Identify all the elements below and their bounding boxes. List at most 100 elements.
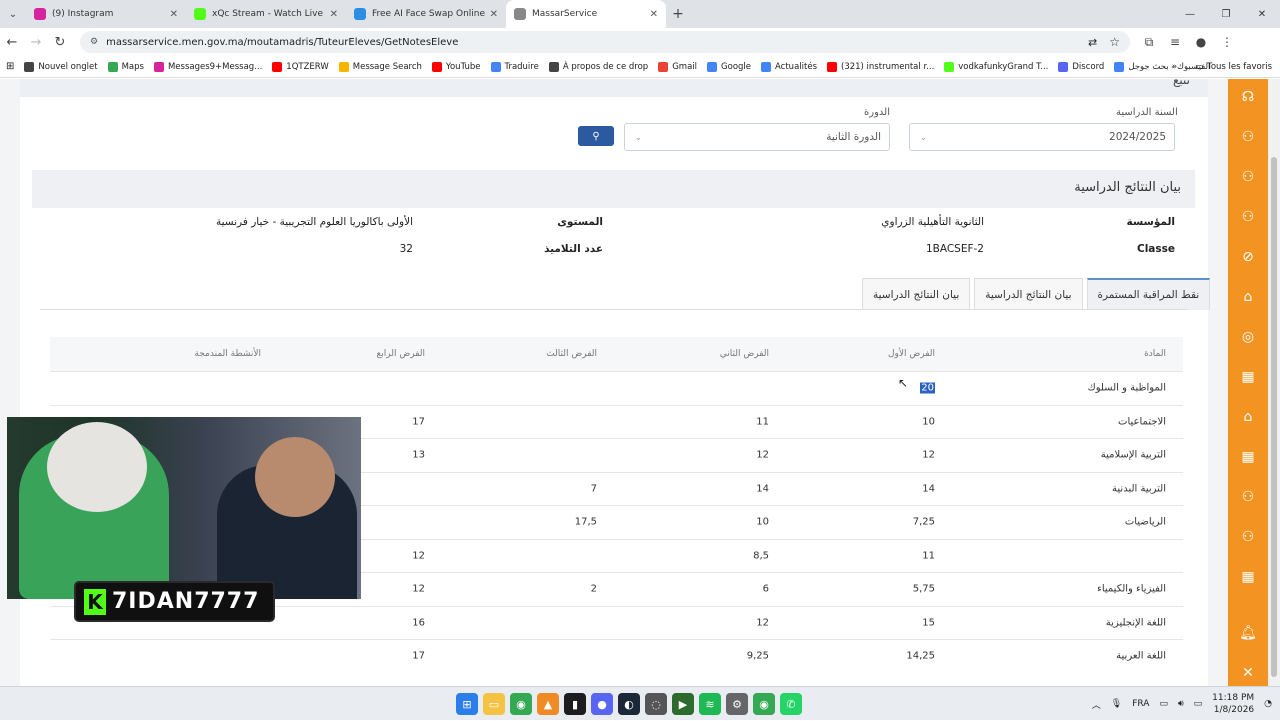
notification-icon[interactable]: ◔ [1264,699,1272,709]
students-label: عدد التلاميذ [544,243,603,255]
group-icon[interactable]: ⚇ [1238,167,1258,187]
file-explorer-icon[interactable]: ▭ [483,693,505,715]
bookmark-star-icon[interactable]: ☆ [1109,35,1120,49]
bookmark-item[interactable]: Message Search [338,61,422,72]
microphone-icon[interactable]: 🎙︎ [1111,699,1122,709]
grade-cell: 10 [922,416,935,428]
header-test-3: الفرض الثالث [546,349,597,359]
menu-icon[interactable]: ⋮ [1214,35,1240,50]
chrome-icon[interactable]: ◉ [510,693,532,715]
scrollbar-thumb[interactable] [1271,157,1277,677]
url-field[interactable]: ⚙ massarservice.men.gov.ma/moutamadris/T… [80,31,1130,53]
settings-icon[interactable]: ⚙ [726,693,748,715]
headset-icon[interactable]: ☊ [1238,87,1258,107]
reload-icon[interactable]: ↻ [48,35,72,50]
network-icon[interactable]: ▭ [1159,699,1168,709]
compass-icon[interactable]: ⊘ [1238,247,1258,267]
close-tab-icon[interactable]: ✕ [650,9,658,20]
bookmark-item[interactable]: Discord [1058,61,1104,72]
app-icon[interactable]: ▶ [672,693,694,715]
tab-title: MassarService [532,9,598,19]
bookmark-label: Gmail [672,61,698,72]
year-select[interactable]: ⌄ 2024/2025 [909,123,1175,151]
bookmark-item[interactable]: Messages9+Messag... [153,61,262,72]
forward-icon[interactable]: → [24,35,48,50]
grade-cell: 12 [756,617,769,629]
app-icon[interactable]: ◌ [645,693,667,715]
bell-icon[interactable]: 🔔︎ [1238,623,1258,643]
site-info-icon[interactable]: ⚙ [90,37,98,47]
search-icon: ⚲ [592,130,600,142]
browser-tab-faceswap[interactable]: Free AI Face Swap Online (No S ✕ [346,0,506,28]
bookmark-item[interactable]: Google [707,61,751,72]
extensions-icon[interactable]: ⧉ [1136,35,1162,50]
tools-icon[interactable]: ✕ [1238,663,1258,683]
target-icon[interactable]: ◎ [1238,327,1258,347]
calendar-icon[interactable]: ▦ [1238,567,1258,587]
whatsapp-icon[interactable]: ✆ [780,693,802,715]
restore-icon[interactable]: ❐ [1208,0,1244,28]
close-tab-icon[interactable]: ✕ [490,9,498,20]
app-icon[interactable]: ▲ [537,693,559,715]
chevron-up-icon[interactable]: ︿ [1092,698,1101,711]
browser-tab-massar[interactable]: MassarService ✕ [506,0,666,28]
bookmark-item[interactable]: YouTube [431,61,481,72]
close-tab-icon[interactable]: ✕ [330,9,338,20]
subject-cell: اللغة العربية [1116,650,1166,662]
minimize-icon[interactable]: — [1172,0,1208,28]
tab-results-statement-2[interactable]: بيان النتائج الدراسية [862,278,971,310]
all-bookmarks-label[interactable]: Tous les favoris [1207,62,1272,72]
bookmark-item[interactable]: 1QTZERW [272,61,329,72]
time: 11:18 PM [1212,693,1255,703]
bookmark-item[interactable]: Gmail [658,61,698,72]
volume-icon[interactable]: 🔊︎ [1178,699,1184,709]
graduation-cap-icon[interactable]: ⌂ [1238,407,1258,427]
language-indicator[interactable]: FRA [1132,699,1149,709]
bookmark-item[interactable]: vodkafunkyGrand T... [944,61,1048,72]
app-icon[interactable]: ▮ [564,693,586,715]
bookmark-item[interactable]: Nouvel onglet [24,61,98,72]
tab-results-statement[interactable]: بيان النتائج الدراسية [974,278,1083,310]
group-icon[interactable]: ⚇ [1238,207,1258,227]
close-window-icon[interactable]: ✕ [1244,0,1280,28]
browser-tab-kick[interactable]: xQc Stream - Watch Live on Kic ✕ [186,0,346,28]
bookmark-icon [761,61,772,72]
profile-avatar[interactable]: ● [1188,35,1214,50]
close-tab-icon[interactable]: ✕ [170,9,178,20]
bookmark-item[interactable]: (321) instrumental r... [827,61,934,72]
new-tab-button[interactable]: + [666,6,690,22]
bookmark-item[interactable]: À propos de ce drop [548,61,648,72]
bookmark-item[interactable]: Actualités [761,61,817,72]
start-icon[interactable]: ⊞ [456,693,478,715]
browser-tab-instagram[interactable]: (9) Instagram ✕ [26,0,186,28]
calendar-icon[interactable]: ▦ [1238,447,1258,467]
windows-taskbar: ⊞ ▭ ◉ ▲ ▮ ● ◐ ◌ ▶ ≋ ⚙ ◉ ✆ ︿ 🎙︎ FRA ▭ 🔊︎ … [0,686,1280,720]
group-icon[interactable]: ⚇ [1238,487,1258,507]
bookmark-item[interactable]: Maps [107,61,144,72]
group-icon[interactable]: ⚇ [1238,527,1258,547]
back-icon[interactable]: ← [0,35,24,50]
graduation-cap-icon[interactable]: ⌂ [1238,287,1258,307]
calendar-icon[interactable]: ▦ [1238,367,1258,387]
discord-icon[interactable]: ● [591,693,613,715]
page-scrollbar[interactable] [1268,79,1280,686]
clock[interactable]: 11:18 PM 1/8/2026 [1212,692,1254,716]
tab-continuous-grades[interactable]: نقط المراقبة المستمرة [1086,278,1211,310]
header-test-1: الفرض الأول [887,349,935,359]
bookmark-item[interactable]: Traduire [490,61,539,72]
chrome-icon[interactable]: ◉ [753,693,775,715]
group-icon[interactable]: ⚇ [1238,127,1258,147]
translate-icon[interactable]: ⇄ [1088,36,1097,49]
apps-grid-icon[interactable]: ⊞ [6,61,14,72]
media-icon[interactable]: ≡ [1162,35,1188,50]
session-select[interactable]: ⌄ الدورة الثانية [624,123,890,151]
date: 1/8/2026 [1213,705,1255,715]
tab-search-icon[interactable]: ⌄ [0,0,26,28]
chevron-right-icon[interactable]: » [1172,62,1177,72]
battery-icon[interactable]: ▭ [1194,699,1203,709]
bookmark-icon [658,61,669,72]
grade-cell: 11 [922,550,935,562]
search-button[interactable]: ⚲ [578,126,614,146]
steam-icon[interactable]: ◐ [618,693,640,715]
spotify-icon[interactable]: ≋ [699,693,721,715]
